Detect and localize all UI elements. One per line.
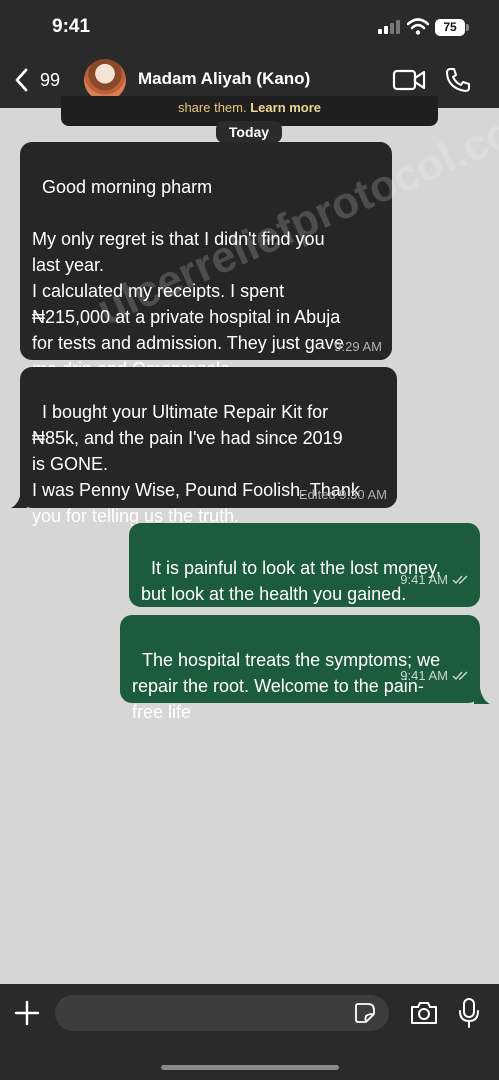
signal-icon (378, 20, 400, 34)
message-time: 9:41 AM (400, 668, 448, 683)
back-button[interactable]: 99 (12, 64, 72, 96)
message-bubble-incoming[interactable]: I bought your Ultimate Repair Kit for ₦8… (20, 367, 397, 526)
wifi-icon (407, 18, 429, 35)
bubble-tail-icon (474, 688, 490, 704)
home-indicator (161, 1065, 339, 1070)
read-ticks-icon (452, 575, 468, 585)
read-ticks-icon (452, 671, 468, 681)
message-time: 9:29 AM (334, 339, 382, 354)
sticker-icon[interactable] (354, 1002, 376, 1024)
camera-icon[interactable] (409, 1000, 439, 1026)
message-status: 9:41 AM (386, 559, 470, 601)
message-status: 9:41 AM (386, 655, 470, 697)
message-bubble-outgoing[interactable]: It is painful to look at the lost money,… (129, 523, 480, 607)
back-chevron-icon (15, 68, 28, 92)
banner-text: share them. (177, 100, 247, 115)
status-bar: 9:41 75 (0, 0, 499, 52)
battery-indicator: 75 (435, 19, 465, 36)
status-time: 9:41 (52, 16, 91, 37)
message-input[interactable] (55, 995, 389, 1031)
mic-icon[interactable] (458, 998, 480, 1028)
bubble-tail-icon (11, 492, 27, 508)
message-bubble-outgoing[interactable]: The hospital treats the symptoms; we rep… (120, 615, 480, 722)
date-divider: Today (216, 121, 282, 143)
contact-name[interactable]: Madam Aliyah (Kano) (138, 69, 310, 89)
message-time: 9:41 AM (400, 572, 448, 587)
unread-count: 99 (40, 69, 61, 90)
message-text: I bought your Ultimate Repair Kit for ₦8… (32, 402, 360, 526)
avatar[interactable] (84, 59, 126, 101)
phone-icon[interactable] (444, 66, 472, 94)
message-bubble-incoming[interactable]: Good morning pharm My only regret is tha… (20, 142, 392, 379)
plus-icon[interactable] (14, 1000, 40, 1026)
message-text: Good morning pharm My only regret is tha… (32, 177, 344, 379)
battery-tip (466, 24, 469, 31)
video-call-icon[interactable] (392, 68, 426, 92)
message-time: Edited 9:30 AM (298, 487, 387, 502)
learn-more-link[interactable]: Learn more (250, 100, 321, 115)
